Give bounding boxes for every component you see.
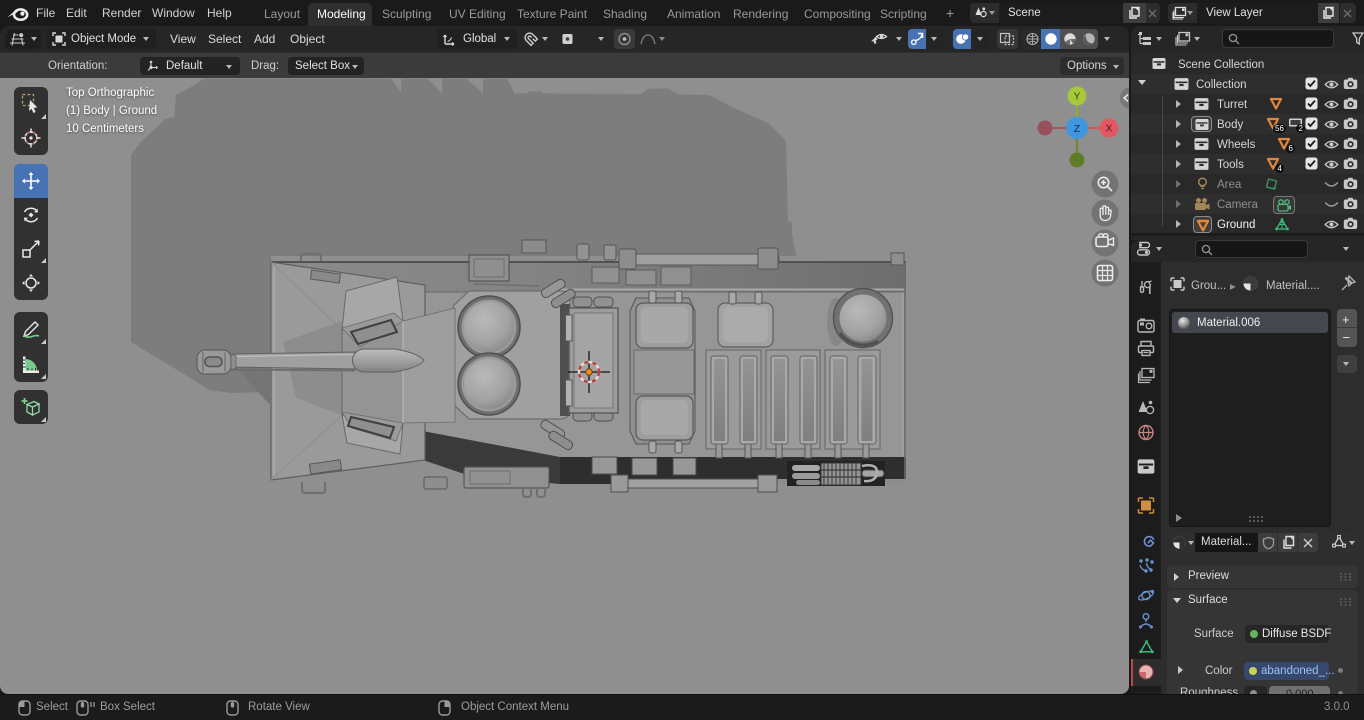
svg-text:X: X <box>1106 124 1113 135</box>
svg-text:Y: Y <box>1074 92 1081 103</box>
svg-text:Z: Z <box>1074 123 1081 135</box>
